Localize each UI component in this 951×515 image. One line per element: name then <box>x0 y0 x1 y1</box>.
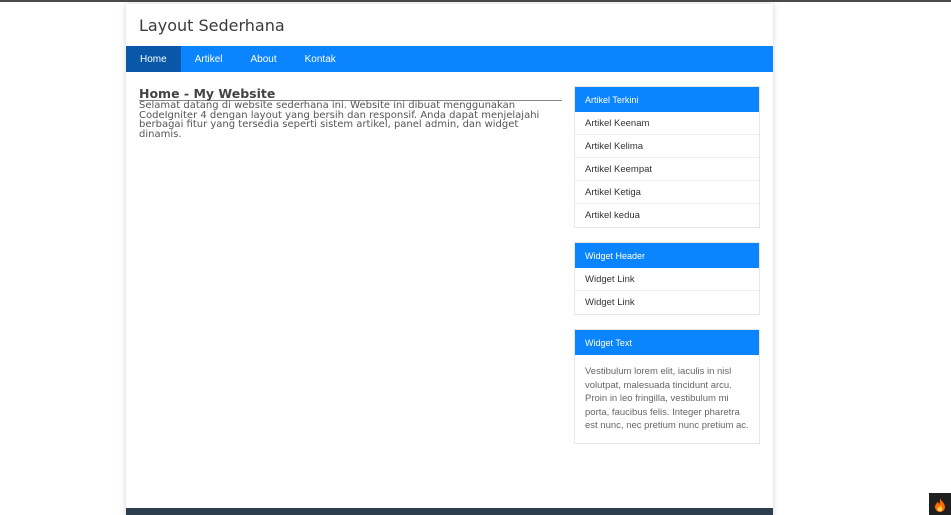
recent-article-link[interactable]: Artikel Keempat <box>575 158 759 181</box>
page-heading: Home - My Website <box>139 86 562 101</box>
recent-article-link[interactable]: Artikel Kelima <box>575 135 759 158</box>
main-nav: Home Artikel About Kontak <box>126 46 773 72</box>
nav-item-kontak[interactable]: Kontak <box>291 46 350 72</box>
intro-paragraph: Selamat datang di website sederhana ini.… <box>139 100 540 140</box>
page-container: Layout Sederhana Home Artikel About Kont… <box>126 4 773 515</box>
site-header: Layout Sederhana <box>126 4 773 46</box>
nav-item-artikel[interactable]: Artikel <box>181 46 237 72</box>
recent-articles-widget: Artikel Terkini Artikel Keenam Artikel K… <box>574 86 760 228</box>
widget-text-box: Widget Text Vestibulum lorem elit, iacul… <box>574 329 760 444</box>
nav-item-home[interactable]: Home <box>126 46 181 72</box>
flame-icon <box>935 498 945 512</box>
sidebar: Artikel Terkini Artikel Keenam Artikel K… <box>574 86 760 458</box>
footer <box>126 508 773 515</box>
debug-toolbar-button[interactable] <box>929 493 951 515</box>
main-content: Home - My Website Selamat datang di webs… <box>139 86 562 139</box>
recent-article-link[interactable]: Artikel kedua <box>575 204 759 227</box>
widget-link[interactable]: Widget Link <box>575 291 759 314</box>
widget-text-body: Vestibulum lorem elit, iaculis in nisl v… <box>585 366 749 431</box>
site-title: Layout Sederhana <box>139 16 285 35</box>
nav-item-about[interactable]: About <box>236 46 290 72</box>
widget-title-header: Widget Header <box>575 243 759 268</box>
widget-link[interactable]: Widget Link <box>575 268 759 291</box>
widget-link-list: Widget Link Widget Link <box>575 268 759 314</box>
widget-title-text: Widget Text <box>575 330 759 355</box>
widget-links: Widget Header Widget Link Widget Link <box>574 242 760 315</box>
recent-article-link[interactable]: Artikel Ketiga <box>575 181 759 204</box>
recent-article-link[interactable]: Artikel Keenam <box>575 112 759 135</box>
widget-title-recent: Artikel Terkini <box>575 87 759 112</box>
recent-articles-list: Artikel Keenam Artikel Kelima Artikel Ke… <box>575 112 759 227</box>
